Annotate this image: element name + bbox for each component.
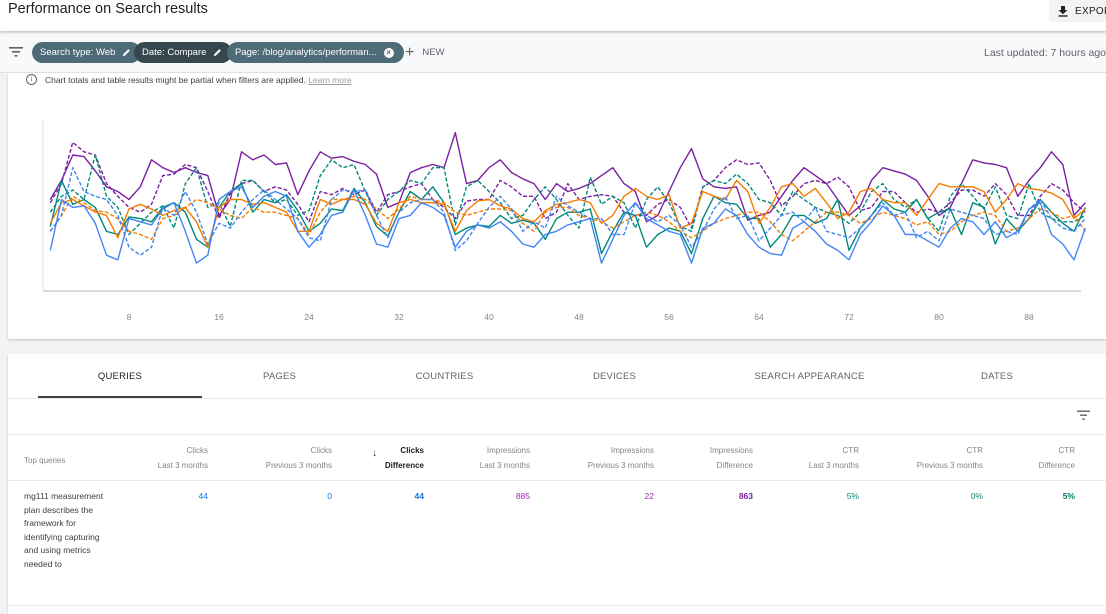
series-line-ctr-previous-3-months[interactable] — [49, 154, 1086, 236]
performance-chart[interactable]: 8 16 24 32 40 48 56 64 72 80 88 — [8, 73, 1106, 339]
table-row[interactable]: mg111 measurement plan describes the fra… — [8, 481, 1106, 606]
ctr-previous-cell: 0% — [970, 491, 983, 501]
filter-chip-page[interactable]: Page: /blog/analytics/performan... × — [227, 42, 404, 63]
column-period: Previous 3 months — [587, 461, 654, 470]
x-tick-label: 8 — [127, 312, 132, 322]
column-header-clicks-difference[interactable]: Clicks Difference — [348, 435, 424, 481]
export-button[interactable]: EXPORT — [1049, 0, 1106, 22]
plus-icon: + — [405, 43, 415, 61]
x-tick-label: 48 — [574, 312, 584, 322]
export-label: EXPORT — [1075, 5, 1106, 17]
impressions-difference-cell: 863 — [738, 491, 753, 501]
x-tick-label: 72 — [844, 312, 854, 322]
data-table-card: QUERIES PAGES COUNTRIES DEVICES SEARCH A… — [8, 354, 1106, 614]
column-metric: CTR — [1058, 446, 1075, 455]
last-updated: Last updated: 7 hours ago — [984, 47, 1106, 59]
column-metric: CTR — [842, 446, 859, 455]
column-period: Difference — [384, 461, 424, 470]
tab-devices[interactable]: DEVICES — [532, 354, 697, 399]
chart-lines — [49, 132, 1086, 264]
tab-countries[interactable]: COUNTRIES — [357, 354, 532, 399]
column-metric: Clicks — [400, 446, 424, 455]
top-bar: Performance on Search results EXPORT — [0, 0, 1106, 31]
table-filter-icon[interactable] — [1077, 410, 1090, 421]
column-metric: Impressions — [486, 446, 530, 455]
column-header-ctr-last[interactable]: CTR Last 3 months — [768, 435, 859, 481]
dimension-tabs: QUERIES PAGES COUNTRIES DEVICES SEARCH A… — [8, 354, 1106, 399]
column-header-ctr-previous[interactable]: CTR Previous 3 months — [874, 435, 983, 481]
impressions-previous-cell: 22 — [644, 491, 654, 501]
performance-chart-card: i Chart totals and table results might b… — [8, 73, 1106, 339]
column-metric: Impressions — [610, 446, 654, 455]
column-metric: CTR — [966, 446, 983, 455]
new-filter-button[interactable]: + NEW — [405, 43, 445, 61]
column-header-impressions-previous[interactable]: Impressions Previous 3 months — [544, 435, 654, 481]
tab-pages[interactable]: PAGES — [202, 354, 357, 399]
clicks-last-cell: 44 — [198, 491, 208, 501]
filter-bar: Search type: Web Date: Compare Page: /bl… — [0, 33, 1106, 73]
series-line-impressions-last-3-months[interactable] — [49, 132, 1086, 223]
column-header-clicks-last[interactable]: Clicks Last 3 months — [108, 435, 208, 481]
clicks-previous-cell: 0 — [327, 491, 332, 501]
filter-chip-search-type[interactable]: Search type: Web — [32, 42, 142, 63]
column-metric: Clicks — [310, 446, 332, 455]
table-toolbar — [8, 399, 1106, 435]
column-period: Last 3 months — [808, 461, 859, 470]
ctr-last-cell: 5% — [846, 491, 859, 501]
column-metric: Impressions — [709, 446, 753, 455]
column-period: Previous 3 months — [916, 461, 983, 470]
page-title: Performance on Search results — [8, 1, 208, 17]
edit-icon[interactable] — [122, 48, 131, 57]
column-period: Difference — [1038, 461, 1075, 470]
query-cell[interactable]: mg111 measurement plan describes the fra… — [24, 490, 108, 571]
sort-descending-icon: ↓ — [372, 448, 377, 459]
column-period: Difference — [716, 461, 753, 470]
tab-dates[interactable]: DATES — [922, 354, 1072, 399]
chip-label: Page: /blog/analytics/performan... — [235, 47, 377, 58]
column-header-top-queries[interactable]: Top queries — [24, 456, 65, 465]
ctr-difference-cell: 5% — [1062, 491, 1075, 501]
new-filter-label: NEW — [422, 47, 445, 58]
column-metric: Clicks — [186, 446, 208, 455]
chip-label: Date: Compare — [142, 47, 207, 58]
column-period: Previous 3 months — [265, 461, 332, 470]
filter-chip-date[interactable]: Date: Compare — [134, 42, 233, 63]
active-tab-indicator — [38, 396, 202, 398]
x-tick-label: 56 — [664, 312, 674, 322]
table-header: Top queries Clicks Last 3 months Clicks … — [8, 435, 1106, 481]
chip-label: Search type: Web — [40, 47, 116, 58]
column-header-impressions-difference[interactable]: Impressions Difference — [668, 435, 753, 481]
x-tick-label: 24 — [304, 312, 314, 322]
tab-queries[interactable]: QUERIES — [38, 354, 202, 399]
x-tick-label: 16 — [214, 312, 224, 322]
x-tick-label: 88 — [1024, 312, 1034, 322]
left-gutter — [0, 73, 8, 613]
x-tick-label: 64 — [754, 312, 764, 322]
impressions-last-cell: 885 — [515, 491, 530, 501]
x-tick-label: 40 — [484, 312, 494, 322]
edit-icon[interactable] — [213, 48, 222, 57]
column-header-clicks-previous[interactable]: Clicks Previous 3 months — [222, 435, 332, 481]
column-period: Last 3 months — [479, 461, 530, 470]
download-icon — [1058, 6, 1068, 17]
column-header-impressions-last[interactable]: Impressions Last 3 months — [438, 435, 530, 481]
x-tick-label: 32 — [394, 312, 404, 322]
x-tick-labels: 8 16 24 32 40 48 56 64 72 80 88 — [127, 312, 1034, 322]
column-header-ctr-difference[interactable]: CTR Difference — [998, 435, 1075, 481]
x-tick-label: 80 — [934, 312, 944, 322]
tab-search-appearance[interactable]: SEARCH APPEARANCE — [697, 354, 922, 399]
column-period: Last 3 months — [157, 461, 208, 470]
filter-icon[interactable] — [9, 46, 23, 58]
clicks-difference-cell: 44 — [414, 491, 424, 501]
clear-icon[interactable]: × — [383, 47, 394, 58]
